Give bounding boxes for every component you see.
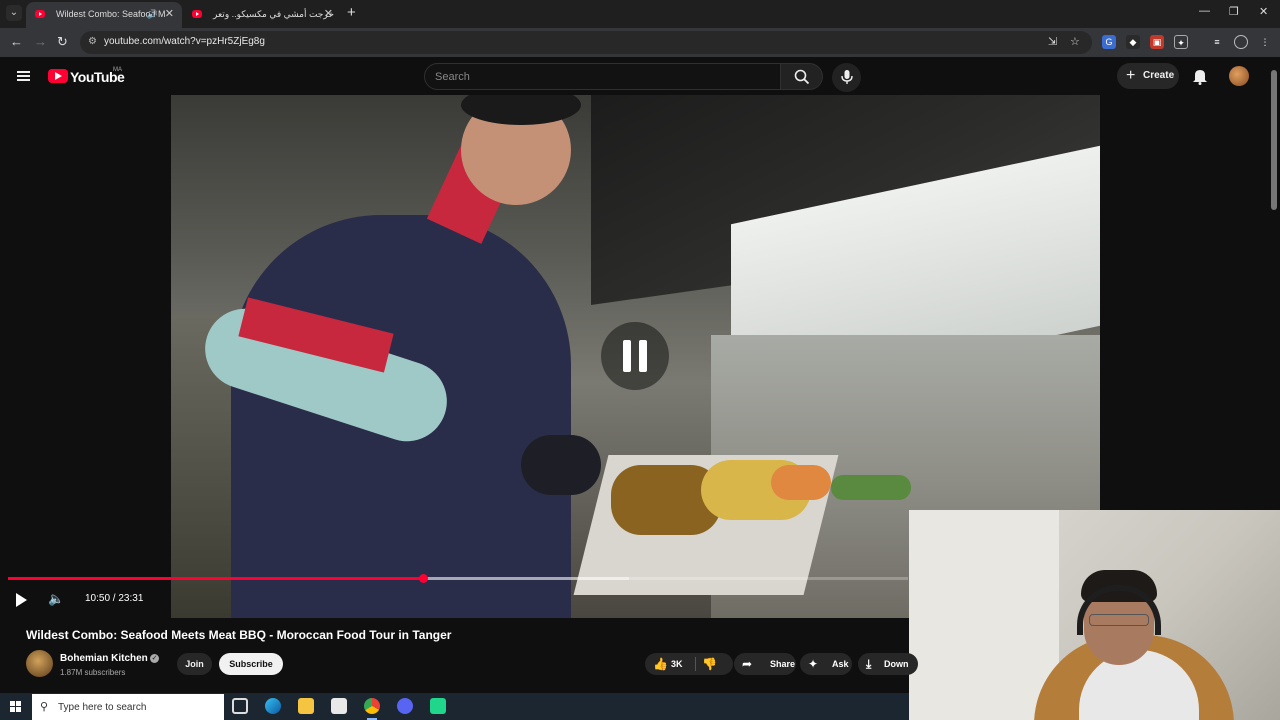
notifications-bell-icon[interactable] [1192, 67, 1208, 85]
taskbar-search-input[interactable]: ⚲ Type here to search [32, 694, 224, 720]
play-icon[interactable] [16, 593, 27, 607]
youtube-favicon-icon [35, 10, 45, 18]
search-icon [794, 69, 810, 85]
thumbs-up-icon[interactable]: 👍 [653, 653, 668, 675]
ask-label: Ask [832, 659, 849, 669]
url-text: youtube.com/watch?v=pzHr5ZjEg8g [104, 36, 265, 47]
extensions-puzzle-icon[interactable]: ✦ [1174, 35, 1188, 49]
join-button[interactable]: Join [177, 653, 212, 675]
microphone-icon [841, 70, 853, 84]
webcam-overlay [909, 510, 1280, 720]
search-placeholder: Search [435, 71, 470, 83]
account-avatar[interactable] [1229, 66, 1249, 86]
like-count[interactable]: 3K [671, 653, 683, 675]
taskbar-search-placeholder: Type here to search [58, 702, 147, 713]
task-view-icon[interactable] [232, 698, 248, 714]
discord-icon[interactable] [397, 698, 413, 714]
edge-browser-icon[interactable] [265, 698, 281, 714]
minimize-icon[interactable]: — [1199, 5, 1210, 17]
verified-icon: ✓ [150, 654, 159, 663]
chrome-taskbar-icon[interactable] [364, 698, 380, 720]
progress-scrubber-handle[interactable] [419, 574, 428, 583]
download-button[interactable]: ⤓ Down [858, 653, 918, 675]
browser-toolbar: ← → ↻ ⚙ youtube.com/watch?v=pzHr5ZjEg8g … [0, 28, 1280, 57]
hamburger-menu-icon[interactable] [17, 71, 30, 81]
profile-icon[interactable] [1234, 35, 1248, 49]
media-control-icon[interactable]: ≡ [1210, 35, 1224, 49]
subscriber-count: 1.87M subscribers [60, 668, 126, 677]
progress-played [8, 577, 423, 580]
browser-tab-strip: ⌄ Wildest Combo: Seafood M 🔊 ✕ خرجت أمشي… [0, 0, 1280, 28]
plus-icon: + [1126, 67, 1136, 84]
share-button[interactable]: ➦ Share [734, 653, 796, 675]
new-tab-button[interactable]: + [347, 4, 356, 21]
forward-icon[interactable]: → [34, 34, 47, 49]
channel-avatar[interactable] [26, 650, 53, 677]
tab-youtube-second[interactable]: خرجت أمشي في مكسيكو.. وتعر ✕ [183, 2, 341, 28]
address-bar[interactable]: ⚙ youtube.com/watch?v=pzHr5ZjEg8g ⇲ ☆ [80, 31, 1092, 54]
windows-taskbar: ⚲ Type here to search [0, 693, 909, 720]
extension-diamond-icon[interactable]: ◆ [1126, 35, 1140, 49]
search-button[interactable] [781, 63, 823, 90]
thumbs-down-icon[interactable]: 👎 [702, 653, 717, 675]
pause-overlay-icon[interactable] [601, 322, 669, 390]
country-code: MA [113, 67, 122, 73]
bookmark-star-icon[interactable]: ☆ [1070, 35, 1080, 48]
chrome-menu-icon[interactable]: ⋮ [1258, 35, 1272, 49]
extension-red-icon[interactable]: ▣ [1150, 35, 1164, 49]
share-label: Share [770, 659, 796, 669]
download-label: Down [884, 659, 909, 669]
subscribe-button[interactable]: Subscribe [219, 653, 283, 675]
tab-search-menu-icon[interactable]: ⌄ [6, 5, 22, 21]
green-app-icon[interactable] [430, 698, 446, 714]
webcam-scene-glasses [1089, 614, 1149, 626]
tab-audio-icon[interactable]: 🔊 [147, 2, 158, 26]
reload-icon[interactable]: ↻ [57, 34, 68, 50]
tab-youtube-active[interactable]: Wildest Combo: Seafood M 🔊 ✕ [26, 2, 182, 28]
video-scene-carrots [771, 465, 831, 500]
share-arrow-icon: ➦ [742, 657, 753, 671]
tab-close-icon[interactable]: ✕ [165, 2, 174, 26]
page-scrollbar[interactable] [1271, 70, 1277, 210]
like-divider [695, 657, 696, 671]
taskbar-search-icon: ⚲ [40, 701, 49, 713]
video-scene-greens [831, 475, 911, 500]
search-input[interactable]: Search [424, 63, 781, 90]
store-icon[interactable] [331, 698, 347, 714]
channel-name[interactable]: Bohemian Kitchen [60, 653, 148, 664]
install-app-icon[interactable]: ⇲ [1048, 35, 1057, 48]
translate-extension-icon[interactable]: G [1102, 35, 1116, 49]
youtube-favicon-icon [192, 10, 202, 18]
time-display: 10:50 / 23:31 [85, 593, 144, 604]
ask-button[interactable]: ✦ Ask [800, 653, 852, 675]
windows-start-icon[interactable] [10, 701, 21, 712]
youtube-header: YouTube MA Search + Create [0, 57, 1280, 95]
webcam-scene-door [909, 510, 1059, 720]
video-title: Wildest Combo: Seafood Meets Meat BBQ - … [26, 628, 452, 642]
video-scene-glove [521, 435, 601, 495]
tab-close-icon[interactable]: ✕ [324, 2, 333, 26]
voice-search-button[interactable] [832, 63, 861, 92]
back-icon[interactable]: ← [10, 34, 23, 49]
window-close-icon[interactable]: ✕ [1259, 5, 1268, 18]
download-icon: ⤓ [866, 657, 872, 671]
create-button[interactable]: + Create [1117, 63, 1179, 89]
sparkle-icon: ✦ [808, 657, 819, 671]
like-dislike-group: 👍 3K 👎 [645, 653, 733, 675]
site-info-icon[interactable]: ⚙ [88, 36, 97, 47]
volume-icon[interactable]: 🔈 [48, 591, 64, 607]
restore-icon[interactable]: ❐ [1229, 5, 1239, 18]
youtube-logo-icon[interactable] [48, 69, 68, 83]
tab-title: خرجت أمشي في مكسيكو.. وتعر [213, 9, 334, 19]
file-explorer-icon[interactable] [298, 698, 314, 714]
create-label: Create [1143, 70, 1175, 81]
